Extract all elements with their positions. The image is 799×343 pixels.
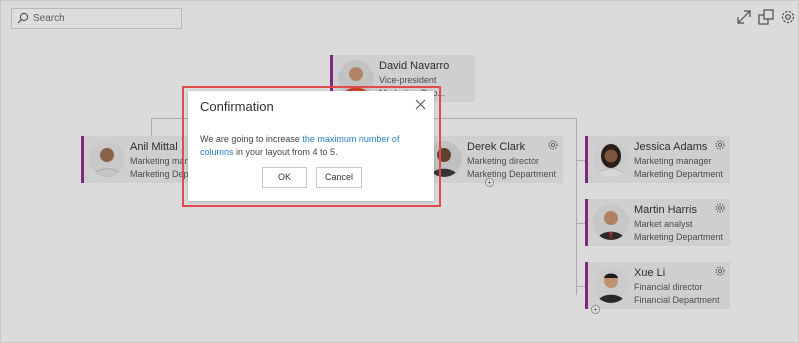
dialog-highlight-frame [182, 86, 441, 207]
org-chart-page: Search David Navarro Vice-president Anil… [0, 0, 799, 343]
